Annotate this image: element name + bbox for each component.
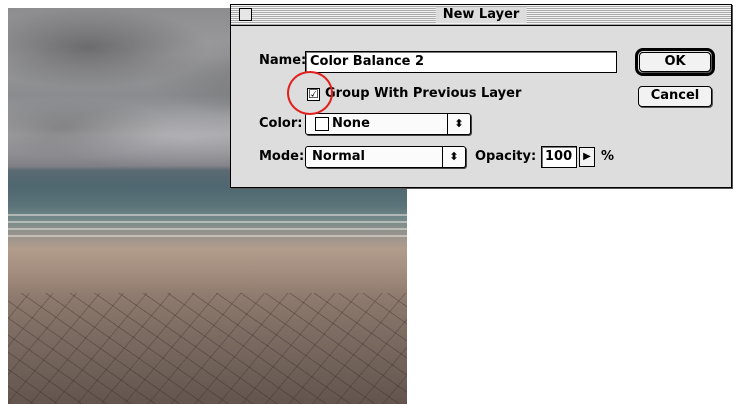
color-popup[interactable]: None ⬍ — [305, 113, 471, 135]
opacity-label: Opacity: — [475, 149, 537, 164]
photo-cracked-mud — [8, 293, 407, 404]
group-with-previous-label[interactable]: Group With Previous Layer — [325, 85, 521, 103]
dialog-titlebar[interactable]: New Layer — [231, 5, 731, 26]
popup-arrows-icon: ⬍ — [442, 147, 465, 167]
stepper-arrow-icon[interactable]: ▶ — [579, 147, 595, 167]
photo-waves — [8, 213, 407, 240]
highlight-circle — [287, 71, 333, 115]
color-label: Color: — [259, 116, 303, 131]
dialog-title: New Layer — [435, 7, 527, 23]
close-box-icon[interactable] — [239, 8, 252, 21]
mode-popup[interactable]: Normal ⬍ — [305, 146, 466, 168]
ok-button[interactable]: OK — [639, 52, 711, 72]
color-swatch-icon — [315, 117, 329, 131]
popup-arrows-icon: ⬍ — [447, 114, 470, 134]
cancel-button[interactable]: Cancel — [638, 86, 712, 107]
mode-value: Normal — [312, 149, 365, 164]
opacity-unit: % — [601, 149, 615, 164]
name-field[interactable]: Color Balance 2 — [305, 51, 617, 73]
name-label: Name: — [259, 53, 307, 68]
opacity-field[interactable]: 100 — [541, 146, 577, 168]
color-value: None — [332, 116, 370, 131]
mode-label: Mode: — [259, 149, 305, 164]
